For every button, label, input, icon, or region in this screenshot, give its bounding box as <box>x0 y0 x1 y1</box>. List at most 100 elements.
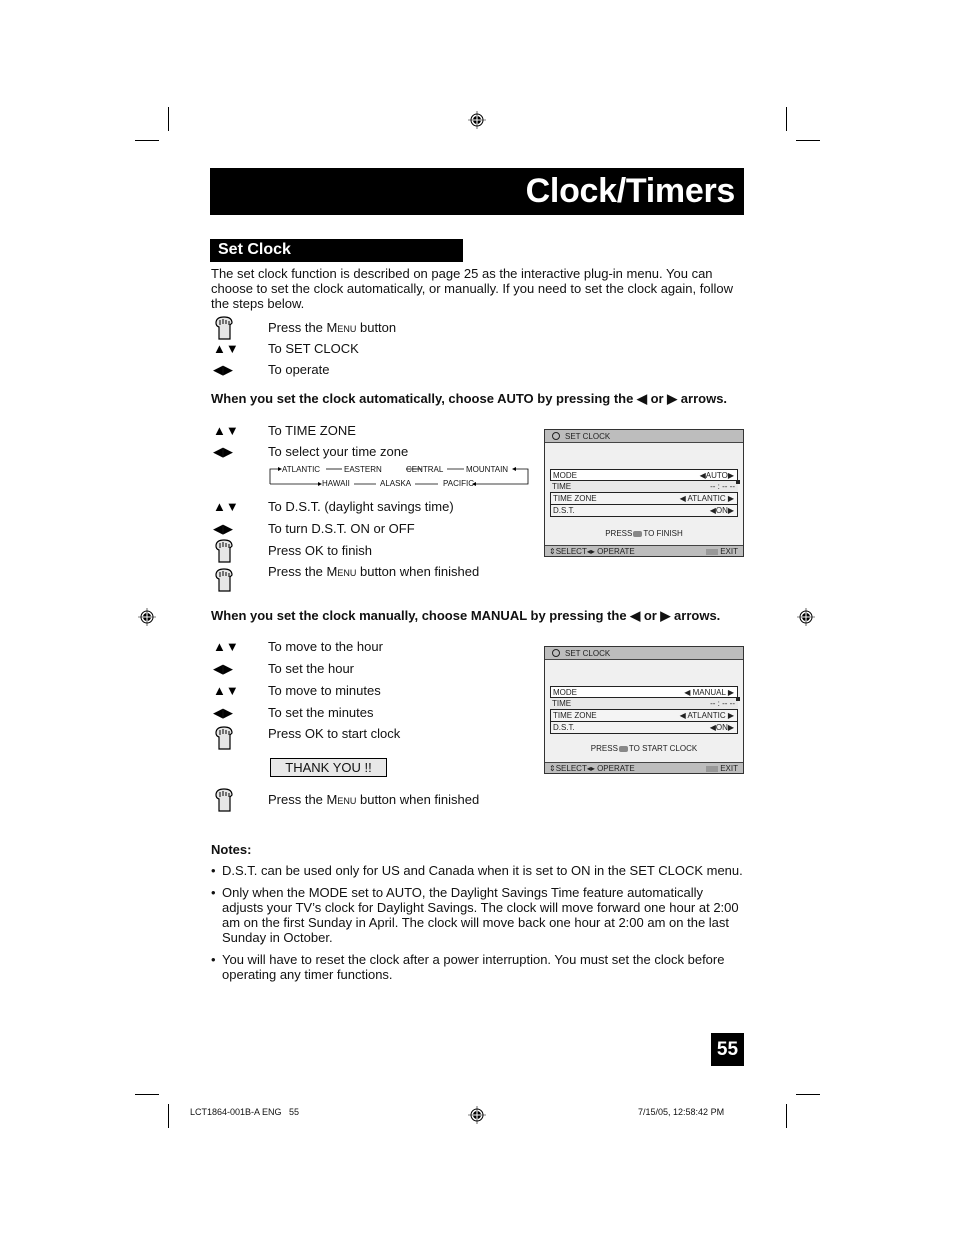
step-text: button <box>356 320 397 335</box>
step-text: Press OK to start clock <box>268 726 401 741</box>
step-text: To select your time zone <box>268 444 409 459</box>
osd-row-time: TIME -- : -- -- <box>550 481 738 493</box>
time-zone-alaska: ALASKA <box>380 479 412 488</box>
step-to-time-zone: ▲▼ To TIME ZONE <box>211 421 531 441</box>
osd-row-label: D.S.T. <box>553 506 575 515</box>
section-heading-bar: Set Clock <box>210 239 463 262</box>
osd-press-instruction: PRESS TO FINISH <box>605 529 683 538</box>
menu-button-icon <box>706 548 719 555</box>
hand-press-icon <box>215 539 233 563</box>
left-right-arrows-icon: ◀▶ <box>213 444 233 459</box>
osd-row-value: ◀ ATLANTIC ▶ <box>679 711 734 720</box>
step-text: To turn D.S.T. ON or OFF <box>268 521 415 536</box>
step-set-hour: ◀▶ To set the hour <box>211 659 531 679</box>
registration-mark-icon <box>797 608 815 626</box>
up-down-arrows-icon: ▲▼ <box>213 499 239 514</box>
menu-keyword: Menu <box>326 792 357 807</box>
step-move-to-minutes: ▲▼ To move to minutes <box>211 681 531 701</box>
time-zone-pacific: PACIFIC <box>443 479 474 488</box>
step-press-menu-finished: Press the Menu button when finished <box>211 562 531 592</box>
left-right-arrows-icon: ◀▶ <box>213 661 233 676</box>
osd-row-value: -- : -- -- <box>710 482 735 491</box>
cursor-marker-icon <box>736 480 740 484</box>
osd-row-value: ◀ ATLANTIC ▶ <box>679 494 734 503</box>
step-move-to-hour: ▲▼ To move to the hour <box>211 637 531 657</box>
left-right-arrows-icon: ◀▶ <box>213 705 233 720</box>
osd-footer: ⇕SELECT◂▸ OPERATE EXIT <box>545 762 743 773</box>
left-right-arrows-icon: ◀▶ <box>213 521 233 536</box>
osd-row-time-zone: TIME ZONE ◀ ATLANTIC ▶ <box>550 710 738 722</box>
crop-mark <box>168 1104 169 1128</box>
thank-you-message: THANK YOU !! <box>270 758 387 777</box>
osd-row-label: TIME <box>552 482 572 491</box>
osd-row-label: D.S.T. <box>553 723 575 732</box>
note-item: • Only when the MODE set to AUTO, the Day… <box>211 885 739 945</box>
osd-row-time: TIME -- : -- -- <box>550 698 738 710</box>
time-zone-central: CENTRAL <box>406 465 444 474</box>
page-title-bar: Clock/Timers <box>210 168 744 215</box>
print-footer-job: LCT1864-001B-A ENG 55 <box>190 1107 300 1117</box>
osd-footer-select-operate: ⇕SELECT◂▸ OPERATE <box>549 547 635 556</box>
menu-button-icon <box>706 765 719 772</box>
osd-header: SET CLOCK <box>545 430 743 443</box>
osd-menu-rows: MODE ◀ MANUAL ▶ TIME -- : -- -- TIME ZONE ◀… <box>550 686 738 734</box>
osd-row-label: TIME <box>552 699 572 708</box>
osd-row-dst: D.S.T. ◀ON▶ <box>550 505 738 517</box>
step-to-set-clock: ▲▼ To SET CLOCK <box>211 339 531 359</box>
hand-press-icon <box>215 316 233 340</box>
registration-mark-icon <box>138 608 156 626</box>
left-right-arrows-icon: ◀▶ <box>213 362 233 377</box>
step-press-ok-finish: Press OK to finish <box>211 539 531 563</box>
step-text: To SET CLOCK <box>268 341 359 356</box>
step-set-minutes: ◀▶ To set the minutes <box>211 703 531 723</box>
bullet: • <box>211 885 216 900</box>
osd-row-value: -- : -- -- <box>710 699 735 708</box>
step-text: To move to the hour <box>268 639 383 654</box>
time-zone-hawaii: HAWAII <box>322 479 350 488</box>
up-down-arrows-icon: ▲▼ <box>213 423 239 438</box>
osd-row-mode: MODE ◀AUTO▶ <box>550 469 738 481</box>
time-zone-mountain: MOUNTAIN <box>466 465 509 474</box>
hand-press-icon <box>215 788 233 812</box>
note-item: • D.S.T. can be used only for US and Cana… <box>211 863 743 878</box>
intro-paragraph: The set clock function is described on p… <box>211 266 733 311</box>
osd-row-time-zone: TIME ZONE ◀ ATLANTIC ▶ <box>550 493 738 505</box>
up-down-arrows-icon: ▲▼ <box>213 683 239 698</box>
clock-icon <box>552 432 560 440</box>
crop-mark <box>786 107 787 131</box>
menu-keyword: Menu <box>326 320 357 335</box>
page-title: Clock/Timers <box>525 172 736 210</box>
bullet: • <box>211 863 216 878</box>
step-press-ok-start: Press OK to start clock <box>211 724 531 750</box>
registration-mark-icon <box>468 111 486 129</box>
up-down-arrows-icon: ▲▼ <box>213 341 239 356</box>
step-select-time-zone: ◀▶ To select your time zone <box>211 442 531 462</box>
step-turn-dst: ◀▶ To turn D.S.T. ON or OFF <box>211 519 531 539</box>
up-down-arrows-icon: ▲▼ <box>213 639 239 654</box>
section-title: Set Clock <box>218 241 291 258</box>
step-press-menu: Press the Menu button <box>211 316 531 340</box>
step-to-dst: ▲▼ To D.S.T. (daylight savings time) <box>211 497 531 517</box>
time-zone-atlantic: ATLANTIC <box>282 465 321 474</box>
crop-mark <box>135 140 159 141</box>
step-text: Press the <box>268 320 327 335</box>
osd-press-instruction: PRESS TO START CLOCK <box>590 744 698 753</box>
step-text: To set the hour <box>268 661 354 676</box>
osd-header: SET CLOCK <box>545 647 743 660</box>
time-zone-cycle-diagram: ATLANTIC EASTERN CENTRAL MOUNTAIN HAWAII… <box>268 462 530 488</box>
ok-button-icon <box>618 745 628 752</box>
auto-mode-heading: When you set the clock automatically, ch… <box>211 391 728 406</box>
step-text: To move to minutes <box>268 683 381 698</box>
osd-row-value: ◀ON▶ <box>709 723 734 732</box>
crop-mark <box>796 140 820 141</box>
osd-footer-exit: EXIT <box>706 764 738 773</box>
step-to-operate: ◀▶ To operate <box>211 360 531 380</box>
step-text: To TIME ZONE <box>268 423 356 438</box>
osd-title: SET CLOCK <box>565 649 611 658</box>
step-text: button when finished <box>356 792 480 807</box>
registration-mark-icon <box>468 1106 486 1124</box>
crop-mark <box>786 1104 787 1128</box>
crop-mark <box>135 1094 159 1095</box>
step-text: To set the minutes <box>268 705 374 720</box>
hand-press-icon <box>215 726 233 750</box>
